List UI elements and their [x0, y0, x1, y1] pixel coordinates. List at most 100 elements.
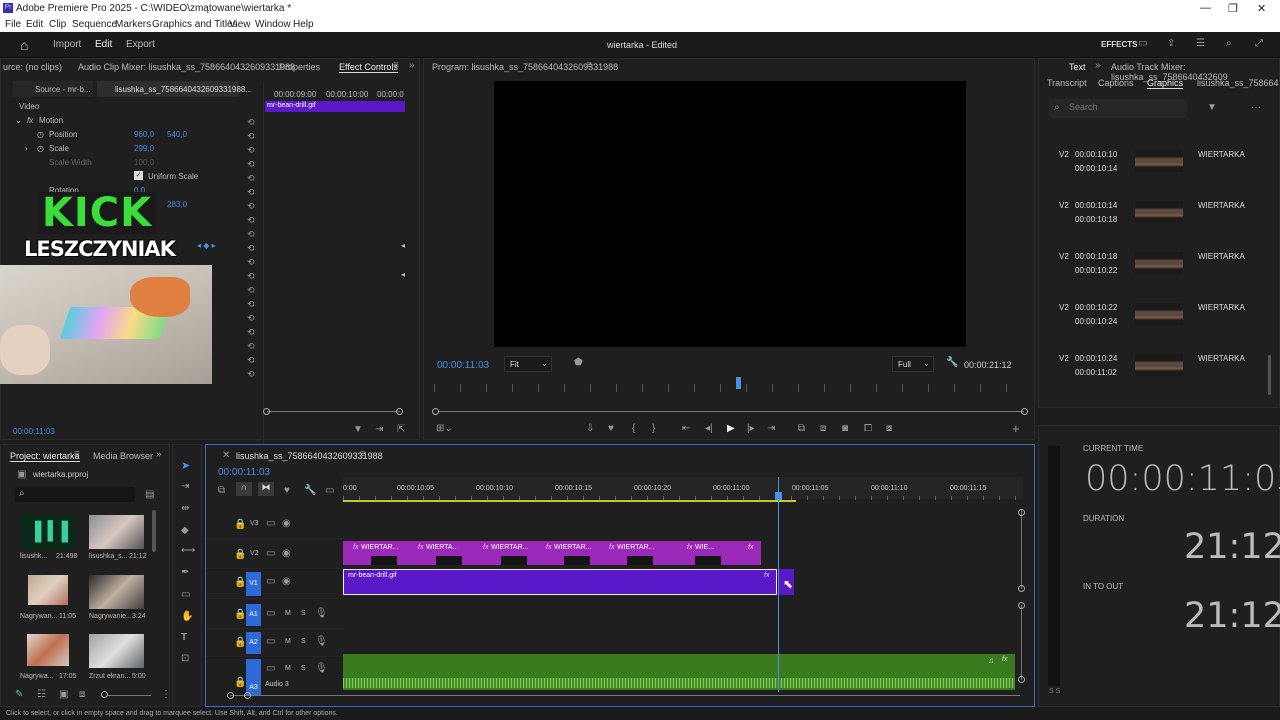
share-icon[interactable]: ⇪	[1167, 38, 1175, 49]
scrollbar[interactable]	[1268, 355, 1271, 395]
marker-icon[interactable]: ⬟	[574, 357, 583, 368]
lock-icon[interactable]: 🔒	[234, 577, 246, 588]
scroll-handle[interactable]	[1018, 676, 1025, 683]
mini-scrollbar[interactable]	[267, 411, 400, 412]
type-tool-icon[interactable]: T	[181, 632, 187, 643]
scroll-handle[interactable]	[1018, 602, 1025, 609]
add-button-icon[interactable]: +	[1012, 421, 1020, 436]
playhead-handle[interactable]	[775, 492, 782, 500]
menu-clip[interactable]: Clip	[49, 19, 66, 30]
expand-chevron-icon[interactable]: ›	[25, 144, 28, 153]
panel-menu-icon[interactable]: ≡	[393, 60, 399, 71]
razor-tool-icon[interactable]: ◆	[181, 525, 189, 536]
more-icon[interactable]: ···	[1251, 102, 1261, 113]
stopwatch-icon[interactable]: ◷	[37, 130, 44, 139]
solo-icon[interactable]: S	[301, 638, 306, 645]
add-marker-icon[interactable]: ♥	[284, 485, 290, 496]
mic-icon[interactable]: 🎙	[315, 636, 328, 647]
scroll-handle[interactable]	[227, 692, 234, 699]
v1-clip[interactable]: mr-bean-drill.gif fx	[343, 569, 777, 595]
mini-clip-bar[interactable]: mr-bean-drill.gif	[265, 101, 405, 112]
mark-in-icon[interactable]: {	[632, 423, 635, 434]
add-marker-icon[interactable]: ♥	[608, 423, 614, 434]
track-select-icon[interactable]: ⇥	[181, 481, 189, 492]
overwrite-icon[interactable]: ⧈	[820, 423, 826, 434]
go-to-out-icon[interactable]: ⇥	[767, 423, 775, 434]
more-panels-icon[interactable]: »	[1095, 60, 1101, 71]
list-item[interactable]: V2 00:00:10:10 00:00:10:14 WIERTARKA	[1039, 147, 1269, 197]
tab-properties[interactable]: Properties	[279, 62, 320, 72]
v2-clip[interactable]: fx WIERTAR...	[546, 541, 608, 565]
timeline-timecode[interactable]: 00:00:11:03	[218, 467, 270, 478]
rectangle-tool-icon[interactable]: ▭	[181, 589, 190, 600]
nest-icon[interactable]: ⧉	[218, 485, 225, 496]
expand-icon[interactable]: ⤢	[1255, 38, 1263, 49]
project-item-thumbnail[interactable]	[27, 634, 69, 666]
list-item[interactable]: V2 00:00:10:14 00:00:10:18 WIERTARKA	[1039, 198, 1269, 248]
tab-transcript[interactable]: Transcript	[1047, 78, 1087, 88]
reset-icons-column[interactable]: ⟲ ⟲ ⟲ ⟲ ⟲ ⟲ ⟲ ⟲ ⟲ ⟲ ⟲ ⟲ ⟲ ⟲ ⟲ ⟲ ⟲ ⟲ ⟲	[247, 115, 259, 381]
play-icon[interactable]: ▶	[727, 423, 735, 434]
effects-label[interactable]: EFFECTS	[1101, 40, 1137, 49]
program-playhead[interactable]	[736, 377, 741, 389]
more-icon[interactable]: ⋮	[161, 689, 171, 700]
program-viewer[interactable]	[494, 81, 966, 347]
keyframe-icon[interactable]: ◂ ◆ ▸	[197, 241, 216, 250]
lock-icon[interactable]: 🔒	[234, 609, 246, 620]
scroll-handle[interactable]	[396, 408, 403, 415]
mic-icon[interactable]: 🎙	[315, 663, 328, 674]
track-target-a1[interactable]: A1	[246, 604, 261, 626]
graphics-search[interactable]: ⌕	[1049, 99, 1187, 118]
film-icon[interactable]: ▭	[266, 608, 275, 619]
lock-icon[interactable]: 🔒	[234, 677, 246, 688]
tab-export[interactable]: Export	[126, 39, 155, 50]
zoom-slider[interactable]	[101, 695, 151, 696]
search-input[interactable]	[1069, 102, 1179, 112]
mute-icon[interactable]: M	[285, 610, 291, 617]
stopwatch-icon[interactable]: ◷	[37, 144, 44, 153]
scroll-handle[interactable]	[1021, 408, 1028, 415]
list-view-icon[interactable]: ☷	[37, 689, 46, 700]
more-panels-icon[interactable]: »	[156, 449, 162, 460]
wrench-icon[interactable]: 🔧	[304, 485, 316, 496]
track-target-a2[interactable]: A2	[246, 632, 261, 654]
menu-markers[interactable]: Markers	[115, 19, 151, 30]
tab-source[interactable]: urce: (no clips)	[3, 62, 62, 72]
menu-sequence[interactable]: Sequence	[72, 19, 117, 30]
ripple-edit-icon[interactable]: ⇹	[181, 503, 189, 514]
menu-help[interactable]: Help	[293, 19, 314, 30]
new-bin-icon[interactable]: ▤	[145, 489, 154, 500]
track-target-a3[interactable]: A3	[246, 659, 261, 695]
caption-tool-icon[interactable]: ⊡	[181, 653, 189, 664]
step-back-icon[interactable]: ◂|	[705, 423, 713, 434]
a3-audio-clip[interactable]: ♫ fx	[343, 654, 1015, 690]
program-zoom-bar[interactable]	[438, 411, 1024, 412]
project-search[interactable]: ⌕	[15, 487, 135, 502]
tab-effect-controls[interactable]: Effect Controls	[339, 62, 398, 73]
v2-clip[interactable]: fx WIERTAR...	[483, 541, 545, 565]
settings-icon[interactable]: ⊞⌄	[436, 423, 453, 434]
search-icon[interactable]: ⌕	[1226, 38, 1232, 49]
solo-icon[interactable]: S	[301, 610, 306, 617]
tab-project[interactable]: Project: wiertarka	[10, 451, 80, 462]
timeline-playhead[interactable]	[778, 477, 779, 692]
position-y-value[interactable]: 540,0	[167, 130, 187, 139]
mark-out-icon[interactable]: }	[652, 423, 655, 434]
home-icon[interactable]: ⌂	[20, 37, 28, 53]
eye-icon[interactable]: ◉	[282, 548, 291, 559]
zoom-slider-handle[interactable]	[101, 691, 108, 698]
pencil-icon[interactable]: ✎	[15, 689, 23, 700]
hand-tool-icon[interactable]: ✋	[181, 611, 193, 622]
icon-view-icon[interactable]: ▣	[59, 689, 68, 700]
panel-icon[interactable]: ▭	[1138, 38, 1147, 49]
audio-track-scrollbar[interactable]	[1021, 605, 1022, 680]
wrench-icon[interactable]: 🔧	[946, 357, 958, 368]
filter-icon[interactable]: ▼	[353, 424, 363, 435]
freeform-view-icon[interactable]: ⧈	[79, 689, 85, 700]
project-item-thumbnail[interactable]	[28, 575, 68, 605]
tab-audio-clip-mixer[interactable]: Audio Clip Mixer: lisushka_ss_7586640432…	[78, 62, 295, 72]
menu-file[interactable]: File	[5, 19, 21, 30]
fit-select[interactable]: Fit ⌄	[504, 356, 552, 372]
timeline-zoom-bar[interactable]	[230, 695, 1020, 696]
eye-icon[interactable]: ◉	[282, 576, 291, 587]
